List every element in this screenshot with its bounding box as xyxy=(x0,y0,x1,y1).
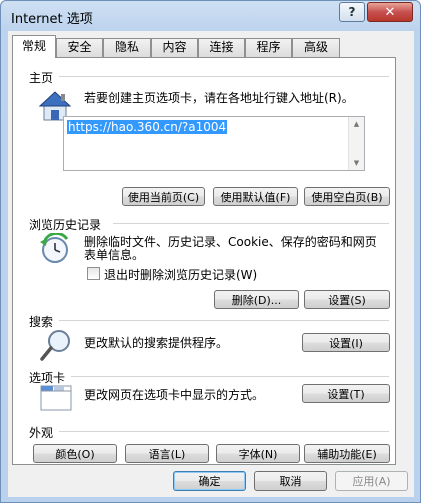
tabbed-window-icon xyxy=(40,385,72,411)
window-title: Internet 选项 xyxy=(11,12,93,27)
delete-on-exit-label: 退出时删除浏览历史记录(W) xyxy=(104,268,258,282)
tabs-settings-button[interactable]: 设置(T) xyxy=(302,384,390,403)
dialog-client-area: 常规 安全 隐私 内容 连接 程序 高级 主页 若要创建主页选项卡，请在各地址行… xyxy=(8,31,414,497)
search-description: 更改默认的搜索提供程序。 xyxy=(84,336,229,350)
general-tab-panel: 主页 若要创建主页选项卡，请在各地址行键入地址(R)。 https://hao.… xyxy=(12,57,396,465)
use-current-page-button[interactable]: 使用当前页(C) xyxy=(122,187,205,206)
appearance-section-label: 外观 xyxy=(29,426,54,440)
tab-security[interactable]: 安全 xyxy=(56,38,103,57)
tabs-separator xyxy=(71,376,389,377)
delete-on-exit-checkbox[interactable] xyxy=(87,267,100,280)
magnifier-icon xyxy=(40,330,70,361)
cancel-button[interactable]: 取消 xyxy=(254,471,327,491)
ok-button[interactable]: 确定 xyxy=(173,471,246,491)
tab-programs[interactable]: 程序 xyxy=(245,38,292,57)
tab-content[interactable]: 内容 xyxy=(151,38,198,57)
history-separator xyxy=(113,223,389,224)
tab-privacy[interactable]: 隐私 xyxy=(103,38,151,57)
tab-advanced[interactable]: 高级 xyxy=(292,38,340,57)
tab-connections[interactable]: 连接 xyxy=(198,38,245,57)
history-description-line1: 删除临时文件、历史记录、Cookie、保存的密码和网页 xyxy=(84,235,377,249)
home-description: 若要创建主页选项卡，请在各地址行键入地址(R)。 xyxy=(84,91,354,105)
search-separator xyxy=(59,320,389,321)
languages-button[interactable]: 语言(L) xyxy=(125,444,209,463)
history-description-line2: 表单信息。 xyxy=(84,248,145,262)
appearance-separator xyxy=(59,431,389,432)
scroll-down-icon[interactable]: ▼ xyxy=(349,156,364,170)
history-section-label: 浏览历史记录 xyxy=(29,218,102,232)
internet-options-dialog: Internet 选项 ? ✕ 常规 安全 隐私 内容 连接 程序 高级 主页 … xyxy=(0,0,421,503)
use-default-button[interactable]: 使用默认值(F) xyxy=(213,187,298,206)
tabs-description: 更改网页在选项卡中显示的方式。 xyxy=(84,388,265,402)
delete-history-button[interactable]: 删除(D)... xyxy=(214,290,299,309)
search-settings-button[interactable]: 设置(I) xyxy=(302,333,390,352)
use-blank-button[interactable]: 使用空白页(B) xyxy=(304,187,390,206)
close-button[interactable]: ✕ xyxy=(367,2,413,22)
apply-button[interactable]: 应用(A) xyxy=(335,471,408,491)
fonts-button[interactable]: 字体(N) xyxy=(216,444,300,463)
title-bar[interactable]: Internet 选项 ? ✕ xyxy=(1,1,420,31)
scroll-up-icon[interactable]: ▲ xyxy=(349,117,364,131)
accessibility-button[interactable]: 辅助功能(E) xyxy=(304,444,390,463)
tab-general[interactable]: 常规 xyxy=(12,35,56,58)
colors-button[interactable]: 颜色(O) xyxy=(33,444,117,463)
home-page-url-text: https://hao.360.cn/?a1004 xyxy=(67,120,228,134)
home-page-url-input[interactable]: https://hao.360.cn/?a1004 ▲ ▼ xyxy=(63,116,365,171)
url-scrollbar[interactable]: ▲ ▼ xyxy=(348,117,364,170)
history-clock-icon xyxy=(40,233,69,263)
home-separator xyxy=(59,76,389,77)
history-settings-button[interactable]: 设置(S) xyxy=(304,290,390,309)
home-section-label: 主页 xyxy=(29,71,54,85)
help-button[interactable]: ? xyxy=(339,2,365,22)
